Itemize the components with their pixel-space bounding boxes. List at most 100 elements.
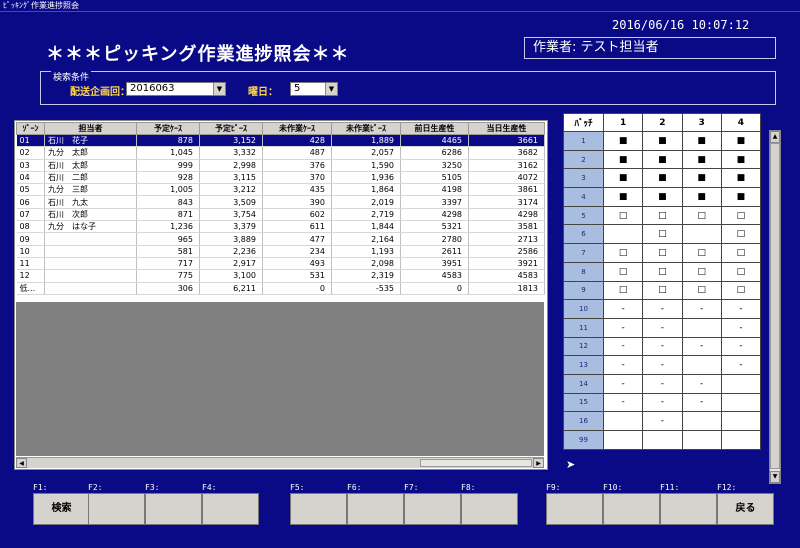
fkey-button-8[interactable] — [461, 493, 518, 525]
fkey-button-11[interactable] — [660, 493, 717, 525]
table-row[interactable]: 12 775 3,100 531 2,319 4583 4583 — [16, 269, 545, 283]
batch-row[interactable]: 4 ■ ■ ■ ■ — [563, 187, 762, 207]
batch-row[interactable]: 11- - - — [563, 317, 762, 338]
table-cell: 石川 太郎 — [44, 159, 137, 172]
table-row[interactable]: 10 581 2,236 234 1,193 2611 2586 — [16, 245, 545, 258]
batch-row[interactable]: 5 □ □ □ □ — [563, 205, 762, 226]
batch-row[interactable]: 16 - — [563, 411, 762, 431]
scroll-up-icon[interactable]: ▲ — [770, 131, 780, 143]
fkey-button-12[interactable]: 戻る — [717, 493, 774, 525]
batch-status-cell: ■ — [642, 168, 683, 189]
batch-status-cell: ■ — [642, 131, 683, 151]
table-cell: 九分 三郎 — [44, 183, 137, 197]
vertical-scrollbar[interactable]: ▲ ▼ — [769, 130, 781, 484]
batch-row[interactable]: 13- - - — [563, 355, 762, 375]
batch-row[interactable]: 2 ■ ■ ■ ■ — [563, 149, 762, 170]
table-row[interactable]: 03 石川 太郎 999 2,998 376 1,590 3250 3162 — [16, 159, 545, 172]
batch-status-cell: □ — [642, 261, 683, 282]
column-header[interactable]: 未作業ﾋﾟｰｽ — [331, 122, 401, 135]
scroll-thumb[interactable] — [420, 459, 532, 467]
table-cell: 1,236 — [136, 220, 200, 234]
batch-row[interactable]: 6 □ □ — [563, 224, 762, 245]
batch-row[interactable]: 3 ■ ■ ■ ■ — [563, 168, 762, 189]
table-row[interactable]: 09 965 3,889 477 2,164 2780 2713 — [16, 232, 545, 246]
table-row[interactable]: 06 石川 九太 843 3,509 390 2,019 3397 3174 — [16, 195, 545, 209]
table-row[interactable]: 07 石川 次郎 871 3,754 602 2,719 4298 4298 — [16, 208, 545, 222]
column-header[interactable]: 予定ｹｰｽ — [136, 122, 200, 135]
fkey-label: F6: — [347, 483, 362, 492]
batch-status-cell: ■ — [642, 149, 683, 170]
fkey-button-9[interactable] — [546, 493, 603, 525]
fkey-button-2[interactable] — [88, 493, 145, 525]
fkey-button-7[interactable] — [404, 493, 461, 525]
table-row[interactable]: 11 717 2,917 493 2,098 3951 3921 — [16, 257, 545, 271]
table-cell: 1,844 — [331, 220, 401, 234]
batch-row[interactable]: 99 — [563, 430, 762, 450]
table-cell: 928 — [136, 171, 200, 185]
batch-status-cell — [681, 224, 722, 245]
table-row[interactable]: 01 石川 花子 878 3,152 428 1,889 4465 3661 — [16, 134, 545, 148]
fkey-button-10[interactable] — [603, 493, 660, 525]
plan-select[interactable]: 2016063 ▼ — [126, 82, 226, 96]
scroll-down-icon[interactable]: ▼ — [770, 471, 780, 483]
table-cell: 6,211 — [199, 282, 263, 295]
batch-status-cell — [681, 317, 722, 338]
table-cell: 3,379 — [199, 220, 263, 234]
batch-status-cell: - — [681, 299, 722, 319]
current-datetime: 2016/06/16 10:07:12 — [612, 18, 750, 32]
table-row[interactable]: 02 九分 太郎 1,045 3,332 487 2,057 6286 3682 — [16, 146, 545, 160]
table-row[interactable]: 低... 306 6,211 0 -535 0 1813 — [16, 282, 545, 295]
batch-row[interactable]: 14- - - — [563, 373, 762, 394]
batch-row[interactable]: 9 □ □ □ □ — [563, 280, 762, 301]
table-cell: 602 — [262, 208, 332, 222]
batch-status-cell — [720, 373, 762, 394]
batch-row[interactable]: 8 □ □ □ □ — [563, 261, 762, 282]
table-cell: 12 — [16, 269, 45, 283]
fkey-label: F8: — [461, 483, 476, 492]
column-header[interactable]: 前日生産性 — [400, 122, 469, 135]
column-header[interactable]: 担当者 — [44, 122, 137, 135]
fkey-button-1[interactable]: 検索 — [33, 493, 90, 525]
batch-status-cell: ■ — [602, 168, 644, 189]
batch-row[interactable]: 10- - - - — [563, 299, 762, 319]
batch-status-cell: ■ — [720, 131, 762, 151]
fkey-button-4[interactable] — [202, 493, 259, 525]
table-cell: 2,998 — [199, 159, 263, 172]
weekday-select[interactable]: 5 ▼ — [290, 82, 338, 96]
table-cell: 3,115 — [199, 171, 263, 185]
scroll-right-icon[interactable]: ▶ — [533, 458, 544, 468]
batch-row[interactable]: 12- - - - — [563, 336, 762, 357]
table-row[interactable]: 04 石川 二郎 928 3,115 370 1,936 5105 4072 — [16, 171, 545, 185]
batch-status-cell: ■ — [720, 149, 762, 170]
chevron-down-icon[interactable]: ▼ — [213, 83, 225, 95]
table-row[interactable]: 08 九分 はな子 1,236 3,379 611 1,844 5321 3581 — [16, 220, 545, 234]
batch-number: 9 — [563, 280, 604, 301]
table-cell: 878 — [136, 134, 200, 148]
fkey-button-5[interactable] — [290, 493, 347, 525]
batch-status-cell: ■ — [681, 187, 722, 207]
batch-status-cell: ■ — [720, 168, 762, 189]
batch-status-cell: ■ — [602, 187, 644, 207]
fkey-button-6[interactable] — [347, 493, 404, 525]
batch-number: 15 — [563, 392, 604, 413]
batch-row[interactable]: 1 ■ ■ ■ ■ — [563, 131, 762, 151]
table-cell: 3951 — [400, 257, 469, 271]
scroll-thumb[interactable] — [770, 143, 780, 469]
fkey-button-3[interactable] — [145, 493, 202, 525]
column-header[interactable]: ｿﾞｰﾝ — [16, 122, 45, 135]
scroll-left-icon[interactable]: ◀ — [16, 458, 27, 468]
weekday-select-value: 5 — [294, 83, 301, 94]
window-title: ﾋﾟｯｷﾝｸﾞ作業進捗照会 — [0, 0, 800, 12]
batch-status-cell: ■ — [642, 187, 683, 207]
column-header[interactable]: 未作業ｹｰｽ — [262, 122, 332, 135]
table-row[interactable]: 05 九分 三郎 1,005 3,212 435 1,864 4198 3861 — [16, 183, 545, 197]
horizontal-scrollbar[interactable]: ◀ ▶ — [16, 457, 544, 468]
table-cell: 4298 — [400, 208, 469, 222]
batch-status-cell: □ — [642, 280, 683, 301]
batch-row[interactable]: 15- - - — [563, 392, 762, 413]
batch-row[interactable]: 7 □ □ □ □ — [563, 243, 762, 263]
column-header[interactable]: 当日生産性 — [468, 122, 545, 135]
chevron-down-icon[interactable]: ▼ — [325, 83, 337, 95]
table-cell: 3581 — [468, 220, 545, 234]
column-header[interactable]: 予定ﾋﾟｰｽ — [199, 122, 263, 135]
